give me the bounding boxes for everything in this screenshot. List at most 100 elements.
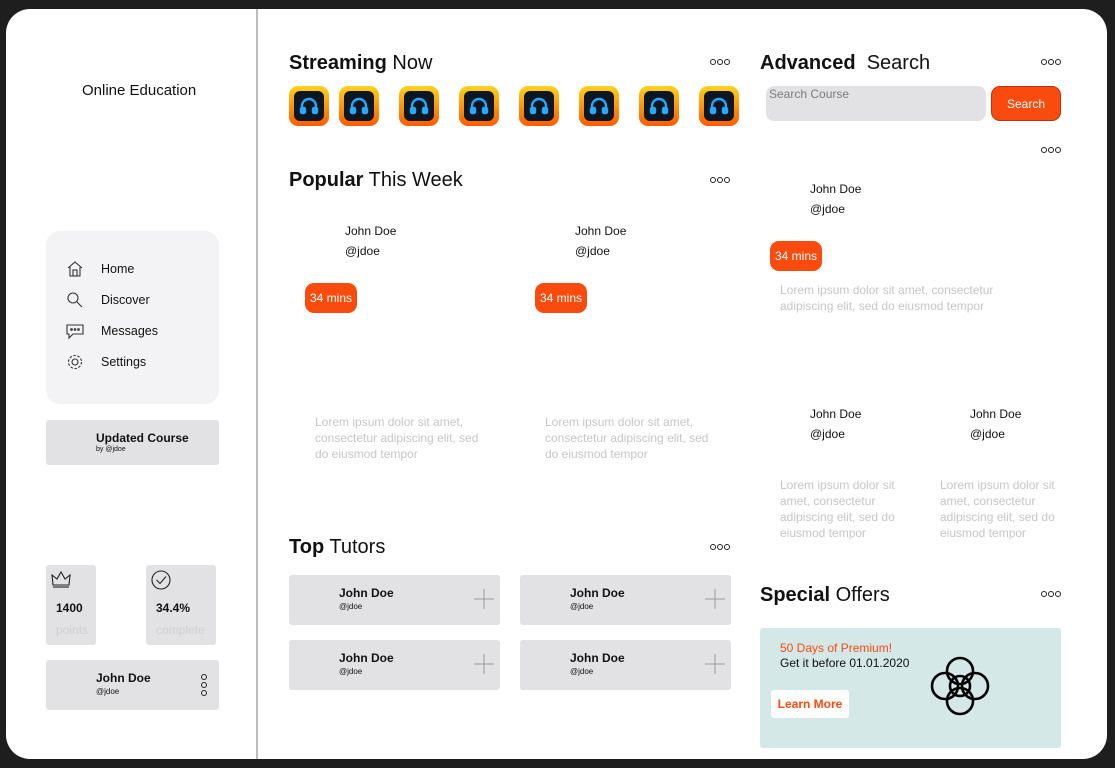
result-author: John Doe @jdoe	[970, 404, 1021, 444]
author-handle: @jdoe	[810, 427, 845, 441]
more-dots-icon[interactable]	[1040, 58, 1062, 66]
stream-channel-inner	[524, 91, 554, 121]
add-icon[interactable]	[705, 654, 725, 674]
search-button[interactable]: Search	[991, 86, 1061, 121]
stream-channel-button[interactable]	[519, 86, 559, 126]
offer-subline: Get it before 01.01.2020	[780, 656, 910, 670]
complete-label: complete	[156, 623, 205, 637]
author-handle: @jdoe	[575, 244, 610, 258]
tutor-handle: @jdoe	[339, 602, 363, 611]
kebab-menu-icon[interactable]	[200, 673, 208, 697]
result-author: John Doe @jdoe	[810, 404, 861, 444]
points-stat: 1400 points	[46, 565, 96, 645]
headphones-icon	[409, 97, 429, 115]
nav-item-settings[interactable]: Settings	[66, 351, 146, 373]
search-input[interactable]	[766, 86, 986, 121]
updated-course-card[interactable]: Updated Course by @jdoe	[46, 420, 219, 465]
offer-headline: 50 Days of Premium!	[780, 641, 893, 655]
stream-channel-button[interactable]	[289, 86, 329, 126]
popular-card-description: Lorem ipsum dolor sit amet, consectetur …	[545, 415, 709, 461]
add-icon[interactable]	[705, 589, 725, 609]
stream-channel-button[interactable]	[639, 86, 679, 126]
more-dots-icon[interactable]	[709, 176, 731, 184]
tutor-name: John Doe	[339, 586, 394, 600]
stream-channel-inner	[584, 91, 614, 121]
more-dots-icon[interactable]	[1040, 590, 1062, 598]
more-dots-icon[interactable]	[709, 543, 731, 551]
special-offer-card: 50 Days of Premium! Get it before 01.01.…	[760, 628, 1061, 748]
headphones-icon	[709, 97, 729, 115]
add-icon[interactable]	[474, 589, 494, 609]
nav-menu: Home Discover Messages Settings	[46, 231, 219, 404]
headphones-icon	[649, 97, 669, 115]
profile-name: John Doe	[96, 671, 151, 685]
add-icon[interactable]	[474, 654, 494, 674]
settings-icon	[67, 354, 83, 370]
headphones-icon	[589, 97, 609, 115]
tutor-card[interactable]: John Doe @jdoe	[289, 575, 500, 625]
headphones-icon	[469, 97, 489, 115]
sidebar: Online Education Home Discover Messages …	[6, 9, 258, 759]
duration-badge: 34 mins	[770, 241, 823, 271]
author-handle: @jdoe	[970, 427, 1005, 441]
tutor-handle: @jdoe	[570, 667, 594, 676]
offers-heading: Special Offers	[760, 584, 890, 606]
nav-item-discover[interactable]: Discover	[66, 289, 150, 311]
app-window: Online Education Home Discover Messages …	[6, 9, 1107, 759]
updated-course-title: Updated Course	[96, 431, 189, 445]
author-name: John Doe	[810, 407, 862, 421]
tutor-name: John Doe	[570, 651, 625, 665]
result-author: John Doe @jdoe	[810, 179, 861, 219]
result-description: Lorem ipsum dolor sit amet, consectetur …	[780, 283, 994, 313]
popular-card-description: Lorem ipsum dolor sit amet, consectetur …	[315, 415, 479, 461]
stream-channel-button[interactable]	[579, 86, 619, 126]
author-handle: @jdoe	[810, 202, 845, 216]
tutor-card[interactable]: John Doe @jdoe	[520, 575, 731, 625]
updated-course-author: by @jdoe	[96, 446, 126, 453]
popular-card-author: John Doe @jdoe	[345, 221, 396, 261]
author-name: John Doe	[575, 224, 627, 238]
nav-item-label: Discover	[101, 293, 150, 307]
headphones-icon	[529, 97, 549, 115]
user-profile-card[interactable]: John Doe @jdoe	[46, 660, 219, 710]
author-name: John Doe	[970, 407, 1022, 421]
author-name: John Doe	[345, 224, 397, 238]
nav-item-home[interactable]: Home	[66, 258, 134, 280]
author-name: John Doe	[810, 182, 862, 196]
points-value: 1400	[56, 601, 83, 615]
tutor-name: John Doe	[339, 651, 394, 665]
stream-channel-button[interactable]	[399, 86, 439, 126]
search-heading: Advanced Search	[760, 52, 931, 74]
stream-channel-inner	[704, 91, 734, 121]
tutor-card[interactable]: John Doe @jdoe	[289, 640, 500, 690]
messages-icon	[66, 324, 84, 340]
discover-icon	[67, 292, 83, 308]
app-title: Online Education	[82, 82, 197, 99]
stream-channel-button[interactable]	[699, 86, 739, 126]
stream-channel-inner	[344, 91, 374, 121]
more-dots-icon[interactable]	[1040, 146, 1062, 154]
stream-channel-inner	[404, 91, 434, 121]
headphones-icon	[299, 97, 319, 115]
profile-handle: @jdoe	[96, 687, 120, 696]
stream-channel-button[interactable]	[459, 86, 499, 126]
headphones-icon	[349, 97, 369, 115]
duration-badge: 34 mins	[535, 283, 588, 313]
tutor-card[interactable]: John Doe @jdoe	[520, 640, 731, 690]
result-description: Lorem ipsum dolor sit amet, consectetur …	[780, 478, 895, 540]
points-label: points	[56, 623, 89, 637]
stream-channel-button[interactable]	[339, 86, 379, 126]
nav-item-label: Settings	[101, 355, 147, 369]
stream-channel-inner	[294, 91, 324, 121]
learn-more-button[interactable]: Learn More	[771, 690, 849, 718]
streaming-heading: Streaming Now	[289, 52, 433, 74]
nav-item-messages[interactable]: Messages	[66, 320, 158, 342]
complete-stat: 34.4% complete	[146, 565, 216, 645]
popular-card-author: John Doe @jdoe	[575, 221, 626, 261]
nav-item-label: Home	[101, 262, 135, 276]
more-dots-icon[interactable]	[709, 58, 731, 66]
crown-icon	[51, 570, 71, 588]
popular-heading: Popular This Week	[289, 169, 463, 191]
home-icon	[67, 261, 83, 277]
stream-channel-inner	[464, 91, 494, 121]
